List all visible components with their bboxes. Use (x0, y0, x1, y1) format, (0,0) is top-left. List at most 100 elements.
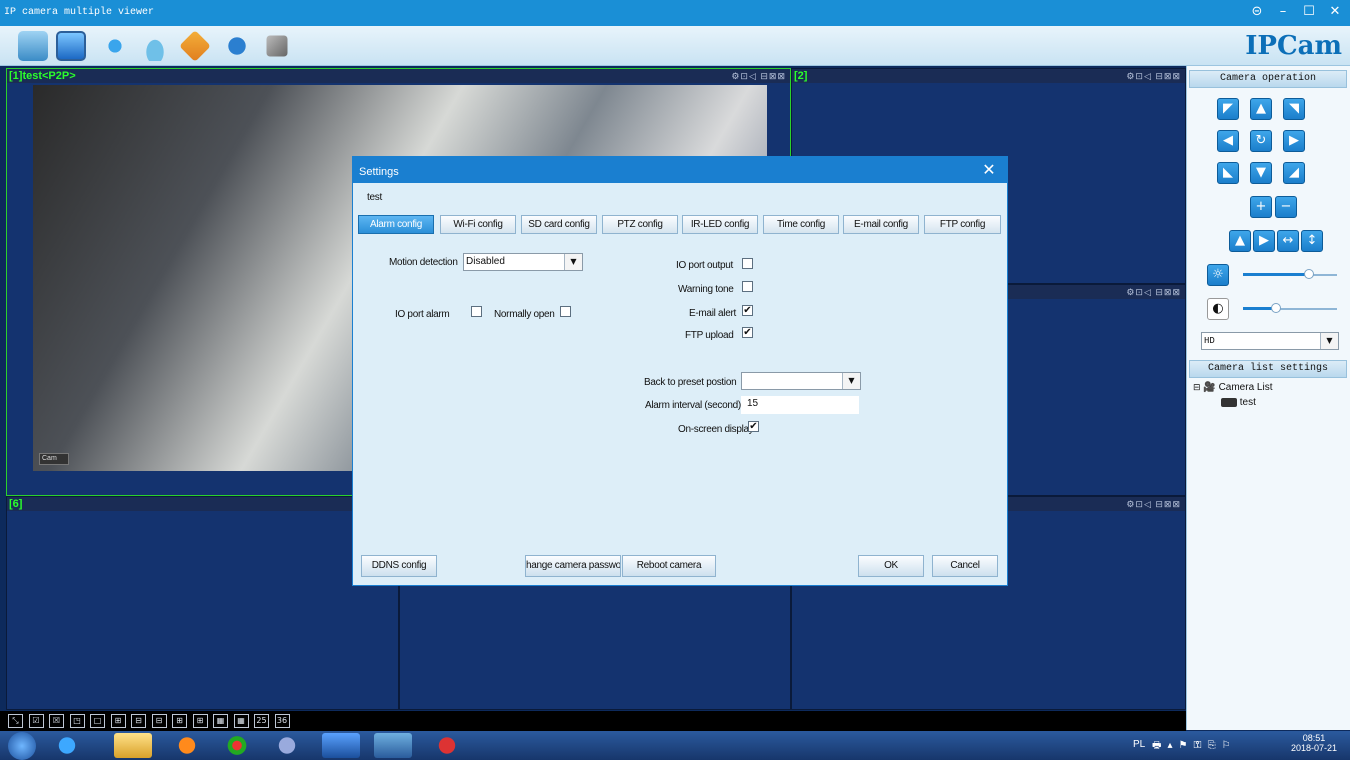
pane-control-icons[interactable]: ⚙⊡◁ ⊟⊠⊠ (731, 69, 786, 83)
io-port-alarm-checkbox[interactable] (471, 306, 482, 317)
ptz-up-left-button[interactable]: ◤ (1217, 98, 1239, 120)
layout-button-9[interactable]: ⊞ (172, 714, 187, 728)
tab-time-config[interactable]: Time config (763, 215, 839, 234)
chevron-down-icon[interactable]: ▼ (842, 373, 860, 389)
chevron-down-icon[interactable]: ▼ (564, 254, 582, 270)
media-icon[interactable] (168, 733, 206, 758)
camera-tree: ⊟ 🎥 Camera List (1193, 382, 1272, 393)
back-to-preset-select[interactable]: ▼ (741, 372, 861, 390)
layout-button-2[interactable]: ☑ (28, 714, 44, 728)
network-tool-icon[interactable] (268, 733, 306, 758)
video-overlay-label: Cam (39, 453, 69, 465)
tools-icon[interactable] (266, 35, 288, 57)
mirror-button[interactable]: ▶ (1253, 230, 1275, 252)
explorer-icon[interactable] (114, 733, 152, 758)
motion-detection-select[interactable]: Disabled ▼ (463, 253, 583, 271)
ptz-left-button[interactable]: ◀ (1217, 130, 1239, 152)
alarm-interval-input[interactable]: 15 (741, 396, 859, 414)
start-button-icon[interactable] (8, 732, 36, 760)
tree-root-label[interactable]: Camera List (1219, 382, 1273, 393)
camera-icon[interactable] (140, 31, 170, 61)
tab-wifi-config[interactable]: Wi-Fi config (440, 215, 516, 234)
chevron-down-icon[interactable]: ▼ (1320, 333, 1338, 349)
zoom-in-button[interactable]: + (1250, 196, 1272, 218)
pane-label: [6] (7, 497, 398, 511)
on-screen-display-checkbox[interactable]: ✔ (748, 421, 759, 432)
ptz-right-button[interactable]: ▶ (1283, 130, 1305, 152)
clock-time: 08:51 (1302, 733, 1326, 743)
motion-detection-label: Motion detection (389, 257, 458, 268)
layout-button-6[interactable]: ⊞ (110, 714, 126, 728)
pane-control-icons[interactable]: ⚙⊡◁ ⊟⊠⊠ (1126, 285, 1181, 299)
tab-ftp-config[interactable]: FTP config (924, 215, 1001, 234)
flip-vertical-button[interactable]: ▲ (1229, 230, 1251, 252)
layout-button-12[interactable]: ▦ (233, 714, 249, 728)
options-button[interactable]: ⊝ (1246, 3, 1268, 21)
video-pane-6[interactable]: [6] ⚙⊡ (6, 496, 399, 710)
tab-alarm-config[interactable]: Alarm config (358, 215, 434, 234)
camera-icon (1221, 397, 1237, 407)
pane-control-icons[interactable]: ⚙⊡◁ ⊟⊠⊠ (1126, 497, 1181, 511)
layout-button-13[interactable]: 25 (254, 714, 269, 728)
layout-button-11[interactable]: ▦ (213, 714, 228, 728)
chrome-icon[interactable] (218, 733, 256, 758)
layout-button-10[interactable]: ⊞ (192, 714, 208, 728)
layout-button-7[interactable]: ⊟ (131, 714, 146, 728)
tab-ptz-config[interactable]: PTZ config (602, 215, 678, 234)
minimize-button[interactable]: – (1272, 3, 1294, 21)
brightness-slider-fill (1243, 273, 1309, 276)
io-port-output-checkbox[interactable] (742, 258, 753, 269)
search-user-icon[interactable] (222, 31, 252, 61)
tree-collapse-icon[interactable]: ⊟ (1193, 383, 1201, 393)
ptz-up-right-button[interactable]: ◥ (1283, 98, 1305, 120)
language-indicator[interactable]: PL (1133, 739, 1145, 750)
tray-icons[interactable]: 🖶▴⚑⚿⎘⚐ (1152, 738, 1237, 755)
layout-button-14[interactable]: 36 (274, 714, 290, 728)
main-toolbar: IPCam (0, 26, 1350, 66)
ptz-down-button[interactable]: ▼ (1250, 162, 1272, 184)
ptz-down-left-button[interactable]: ◣ (1217, 162, 1239, 184)
monitor-icon[interactable] (56, 31, 86, 61)
tree-child-item[interactable]: test (1221, 397, 1256, 408)
horizontal-patrol-button[interactable]: ↔ (1277, 230, 1299, 252)
contrast-slider-knob[interactable] (1271, 303, 1281, 313)
clock[interactable]: 08:51 2018-07-21 (1288, 733, 1340, 753)
resolution-select[interactable]: HD ▼ (1201, 332, 1339, 350)
warning-tone-checkbox[interactable] (742, 281, 753, 292)
pane-control-icons[interactable]: ⚙⊡◁ ⊟⊠⊠ (1126, 69, 1181, 83)
ddns-config-button[interactable]: DDNS config (361, 555, 437, 577)
tab-sd-card-config[interactable]: SD card config (521, 215, 597, 234)
maximize-button[interactable]: ☐ (1298, 3, 1320, 21)
layout-button-3[interactable]: ☒ (49, 714, 64, 728)
ok-button[interactable]: OK (858, 555, 924, 577)
layout-bar: ⤡ ☑ ☒ ◳ □ ⊞ ⊟ ⊟ ⊞ ⊞ ▦ ▦ 25 36 (0, 711, 1186, 731)
ptz-up-button[interactable]: ▲ (1250, 98, 1272, 120)
app-icon[interactable] (428, 733, 466, 758)
close-window-button[interactable]: ✕ (1324, 3, 1346, 21)
brightness-slider-knob[interactable] (1304, 269, 1314, 279)
ptz-control-icon[interactable] (100, 31, 130, 61)
tab-email-config[interactable]: E-mail config (843, 215, 919, 234)
vertical-patrol-button[interactable]: ↕ (1301, 230, 1323, 252)
email-alert-checkbox[interactable]: ✔ (742, 305, 753, 316)
ie-icon[interactable] (48, 733, 86, 758)
tab-ir-led-config[interactable]: IR-LED config (682, 215, 758, 234)
ptz-down-right-button[interactable]: ◢ (1283, 162, 1305, 184)
cancel-button[interactable]: Cancel (932, 555, 998, 577)
layout-button-8[interactable]: ⊟ (151, 714, 167, 728)
display-settings-icon[interactable] (18, 31, 48, 61)
save-icon[interactable] (322, 733, 360, 758)
computer-icon[interactable] (374, 733, 412, 758)
layout-button-4[interactable]: ◳ (69, 714, 85, 728)
normally-open-checkbox[interactable] (560, 306, 571, 317)
dialog-close-button[interactable]: ✕ (971, 157, 1007, 183)
reboot-camera-button[interactable]: Reboot camera (622, 555, 716, 577)
layout-button-1[interactable]: ⤡ (8, 714, 23, 728)
change-password-button[interactable]: hange camera passwor (525, 555, 621, 577)
ftp-upload-checkbox[interactable]: ✔ (742, 327, 753, 338)
network-icon[interactable] (179, 30, 211, 62)
layout-button-5[interactable]: □ (90, 714, 105, 728)
ptz-center-button[interactable]: ↻ (1250, 130, 1272, 152)
zoom-out-button[interactable]: − (1275, 196, 1297, 218)
ftp-upload-label: FTP upload (685, 330, 734, 341)
